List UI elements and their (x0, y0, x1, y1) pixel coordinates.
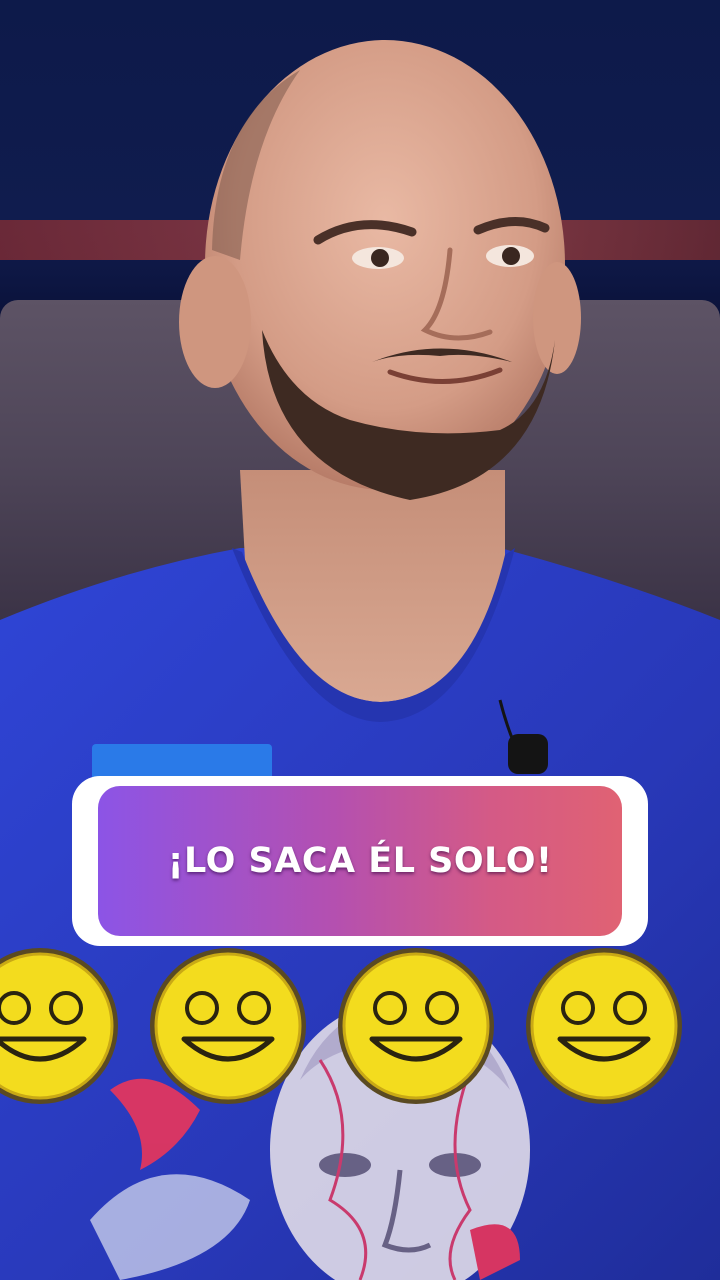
caption-banner: ¡LO SACA ÉL SOLO! (72, 776, 648, 946)
grinning-face-icon (526, 948, 682, 1104)
grinning-face-icon (150, 948, 306, 1104)
caption-text: ¡LO SACA ÉL SOLO! (167, 841, 553, 881)
grinning-face-icon (0, 948, 118, 1104)
video-frame: ¡LO SACA ÉL SOLO! (0, 0, 720, 1280)
grinning-face-icon (338, 948, 494, 1104)
caption-gradient-panel: ¡LO SACA ÉL SOLO! (98, 786, 622, 936)
